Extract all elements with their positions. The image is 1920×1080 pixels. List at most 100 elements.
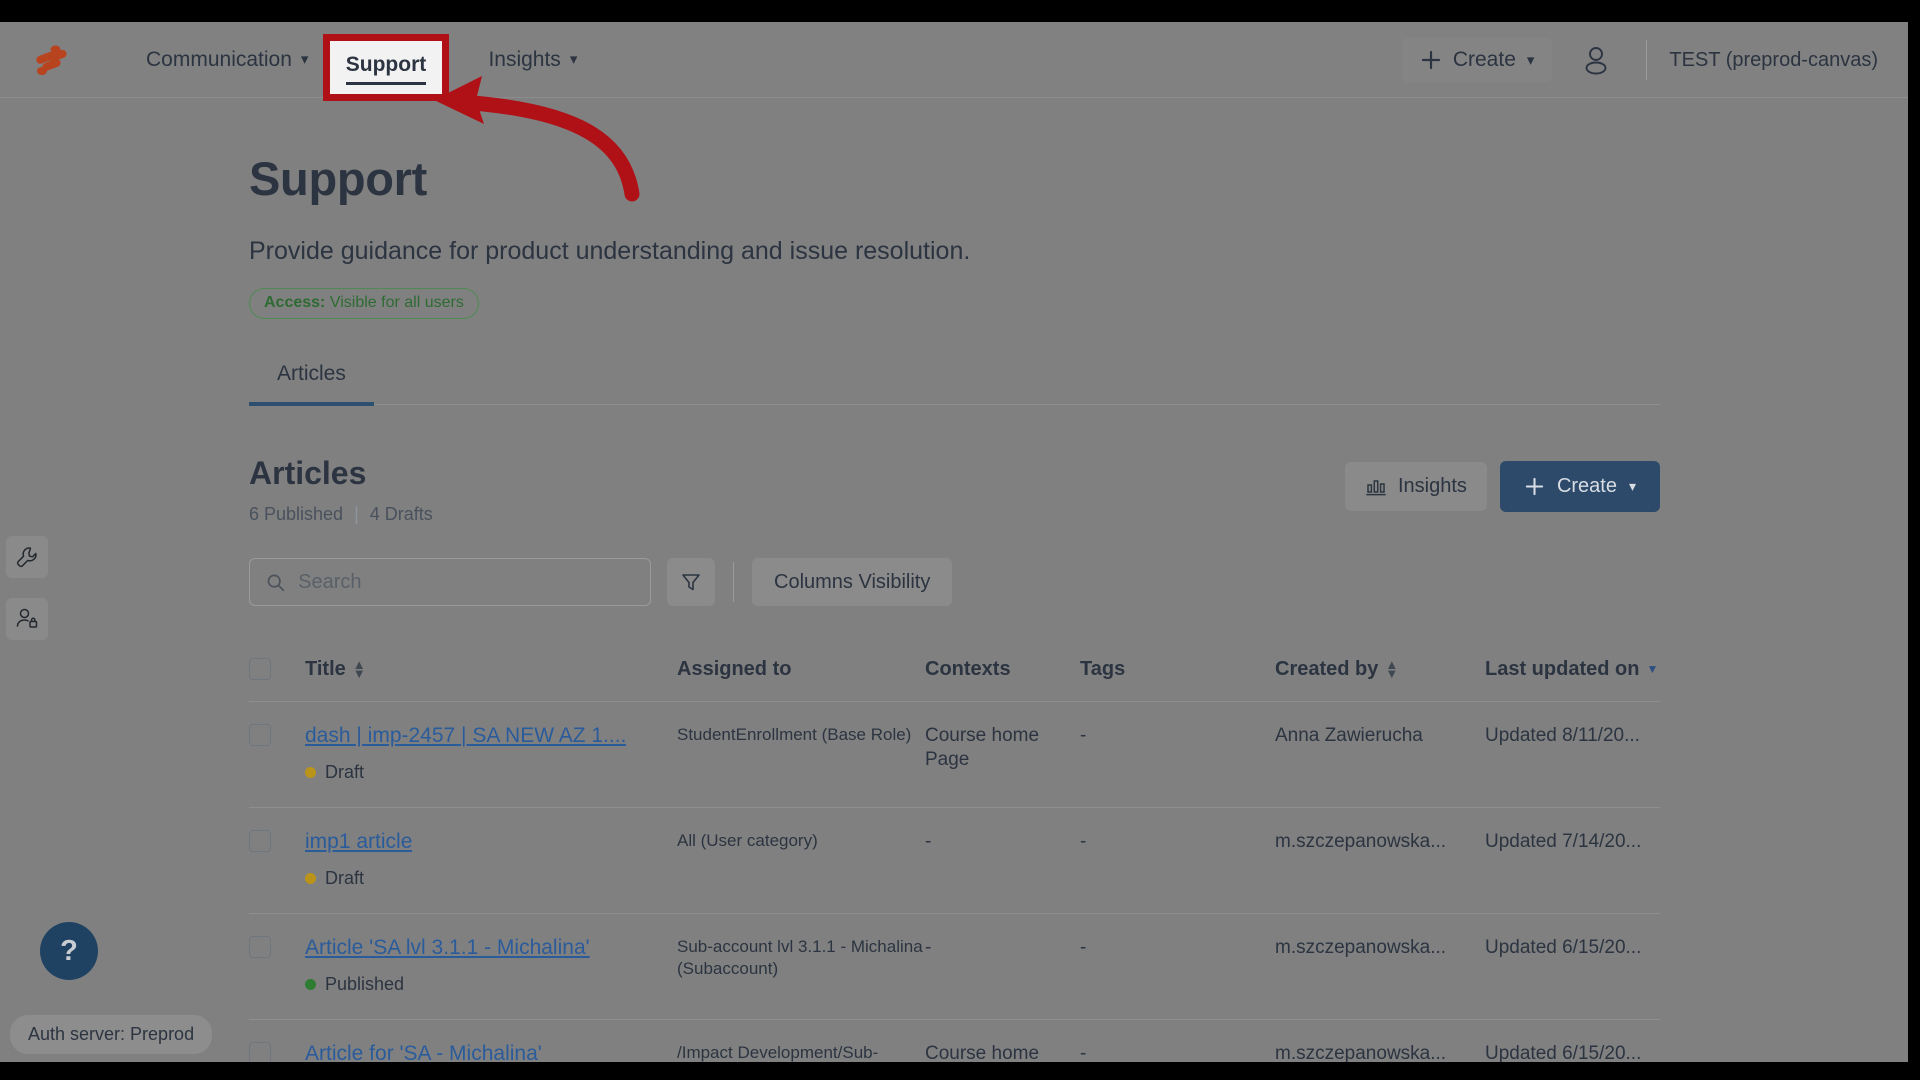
main-content: Support Provide guidance for product und… [0,98,1908,1062]
articles-table: Title ▲ ▼ Assigned to Contexts Tags Creat… [249,646,1660,1062]
article-status-label: Draft [325,868,365,888]
table-row[interactable]: Article 'SA lvl 3.1.1 - Michalina' Publi… [249,914,1660,1020]
question-mark-icon: ? [60,934,78,967]
column-header-assigned-label: Assigned to [677,658,792,680]
table-header-row: Title ▲ ▼ Assigned to Contexts Tags Creat… [249,646,1660,702]
cell-assigned-to: All (User category) [677,831,818,850]
nav-item-insights[interactable]: Insights ▾ [474,22,591,98]
zoomi-logo-icon [36,45,67,75]
top-bar-right-cluster: Create ▾ TEST (preprod-canvas) [1401,22,1908,98]
cell-created-by: Anna Zawierucha [1275,725,1423,746]
table-row[interactable]: Article for 'SA - Michalina' Published /… [249,1020,1660,1062]
create-article-button[interactable]: Create ▾ [1499,461,1660,512]
select-all-checkbox[interactable] [249,658,271,680]
status-dot-icon [305,767,316,778]
cell-title: Article 'SA lvl 3.1.1 - Michalina' Publi… [305,936,677,995]
article-title-link[interactable]: Article for 'SA - Michalina' [305,1042,542,1062]
nav-label-communication: Communication [146,47,292,71]
global-create-label: Create [1452,48,1516,71]
cell-last-updated: Updated 7/14/20... [1485,831,1642,852]
column-header-tags[interactable]: Tags [1080,658,1275,681]
cell-tags: - [1080,937,1087,958]
row-select-cell [249,1042,305,1062]
cell-assigned-to: Sub-account lvl 3.1.1 - Michalina (Subac… [677,937,923,979]
chevron-down-icon: ▾ [300,51,309,68]
article-title-link[interactable]: Article 'SA lvl 3.1.1 - Michalina' [305,936,590,960]
nav-item-communication[interactable]: Communication ▾ [132,22,322,98]
search-input[interactable] [298,570,634,594]
cell-created-by: m.szczepanowska... [1275,831,1447,852]
table-row[interactable]: imp1 article Draft All (User category) -… [249,808,1660,914]
table-toolbar: Columns Visibility [249,558,1660,606]
search-box[interactable] [249,558,651,606]
filter-button[interactable] [667,558,715,606]
app-logo[interactable] [0,22,96,98]
counts-separator: | [354,504,359,524]
published-count: 6 Published [249,504,344,524]
column-header-updated-label: Last updated on [1485,658,1640,680]
help-button[interactable]: ? [40,922,98,980]
columns-visibility-button[interactable]: Columns Visibility [752,558,953,606]
articles-heading: Articles [249,455,367,491]
nav-item-support[interactable]: Support [345,53,427,85]
nav-label-insights: Insights [488,47,561,71]
select-all-cell [249,658,305,680]
articles-title-block: Articles 6 Published | 4 Drafts [249,455,433,525]
column-header-contexts[interactable]: Contexts [925,658,1080,681]
environment-label: TEST (preprod-canvas) [1669,48,1878,71]
column-header-assigned-to[interactable]: Assigned to [677,658,925,681]
access-badge-value: Visible for all users [329,294,464,311]
plus-icon [1525,477,1544,496]
cell-tags: - [1080,831,1087,852]
row-checkbox[interactable] [249,830,271,852]
cell-created-by: m.szczepanowska... [1275,937,1447,958]
column-header-title-label: Title [305,658,346,680]
access-badge-key: Access: [264,294,326,311]
cell-tags: - [1080,1043,1087,1062]
column-header-title[interactable]: Title ▲ ▼ [305,658,677,681]
cell-assigned-to: StudentEnrollment (Base Role) [677,725,912,744]
column-header-last-updated-on[interactable]: Last updated on ▼ [1485,658,1660,681]
application-page: Communication ▾ Insights ▾ Support Creat… [0,22,1908,1062]
access-badge: Access: Visible for all users [249,288,479,319]
table-row[interactable]: dash | imp-2457 | SA NEW AZ 1.... Draft … [249,702,1660,808]
cell-contexts: - [925,937,932,958]
article-status: Draft [305,762,677,783]
top-bar-divider [1646,40,1648,80]
table-header: Title ▲ ▼ Assigned to Contexts Tags Creat… [249,646,1660,702]
status-dot-icon [305,979,316,990]
top-navigation-bar: Communication ▾ Insights ▾ Support Creat… [0,22,1908,101]
cell-tags: - [1080,725,1087,746]
articles-section-header: Articles 6 Published | 4 Drafts Insights [249,455,1660,525]
table-body: dash | imp-2457 | SA NEW AZ 1.... Draft … [249,702,1660,1062]
article-title-link[interactable]: dash | imp-2457 | SA NEW AZ 1.... [305,724,626,748]
create-article-label: Create [1556,475,1617,497]
row-checkbox[interactable] [249,724,271,746]
cell-created-by: m.szczepanowska... [1275,1043,1447,1062]
user-icon [1585,47,1607,75]
cell-title: imp1 article Draft [305,830,677,889]
article-status-label: Published [325,974,405,994]
column-header-contexts-label: Contexts [925,658,1011,680]
article-title-link[interactable]: imp1 article [305,830,412,854]
row-checkbox[interactable] [249,1042,271,1062]
page-title: Support [249,152,428,205]
auth-server-status: Auth server: Preprod [10,1015,213,1054]
chevron-down-icon: ▾ [1628,478,1636,494]
column-header-created-label: Created by [1275,658,1379,680]
filter-icon [682,574,700,591]
sort-descending-icon: ▼ [1646,661,1659,676]
column-header-created-by[interactable]: Created by ▲ ▼ [1275,658,1485,681]
cell-title: dash | imp-2457 | SA NEW AZ 1.... Draft [305,724,677,783]
plus-icon [1421,50,1440,70]
insights-button[interactable]: Insights [1345,462,1487,511]
row-select-cell [249,936,305,958]
cell-last-updated: Updated 6/15/20... [1485,937,1642,958]
tab-articles[interactable]: Articles [249,362,374,406]
column-header-tags-label: Tags [1080,658,1126,680]
global-create-button[interactable]: Create ▾ [1401,38,1553,82]
row-checkbox[interactable] [249,936,271,958]
article-status: Published [305,974,677,995]
account-menu-button[interactable] [1568,32,1624,88]
sort-both-icon: ▲ ▼ [1385,657,1399,681]
